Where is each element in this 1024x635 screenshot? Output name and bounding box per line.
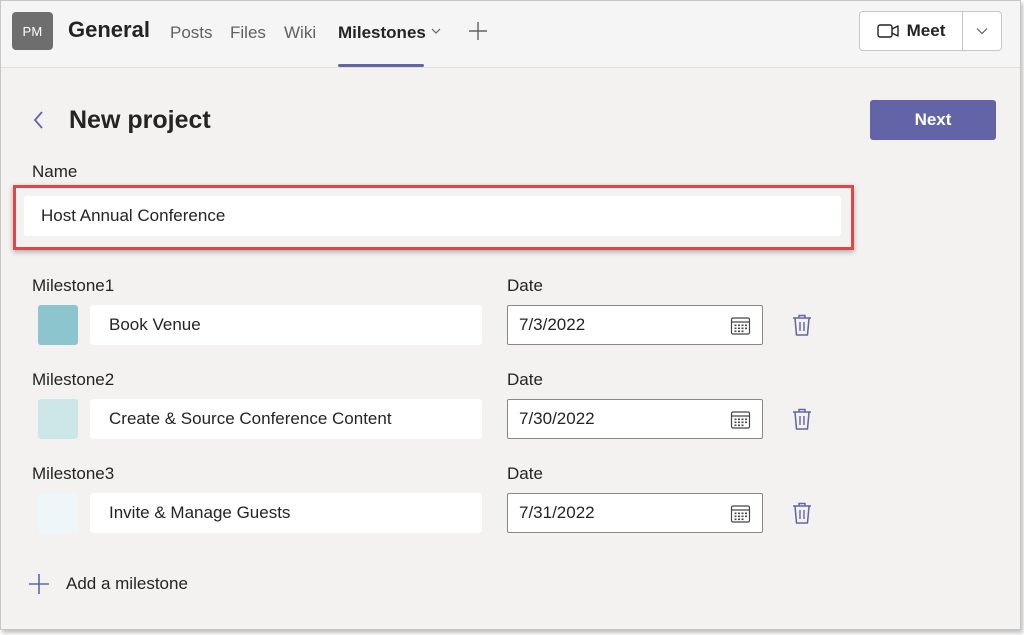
tab-posts[interactable]: Posts [170,23,213,43]
date-label: Date [507,276,543,295]
milestone-date-input[interactable]: 7/30/2022 [507,399,763,439]
chevron-down-icon[interactable] [431,26,441,36]
video-camera-icon [876,24,899,38]
delete-icon[interactable] [791,501,813,525]
tab-files[interactable]: Files [230,23,266,43]
calendar-icon[interactable] [730,409,751,430]
meet-button[interactable]: Meet [860,12,963,50]
tab-wiki[interactable]: Wiki [284,23,316,43]
chevron-down-icon [976,28,988,35]
add-milestone-label: Add a milestone [66,574,188,593]
milestone-label: Milestone3 [32,464,115,483]
date-value: 7/3/2022 [519,315,586,334]
meet-label: Meet [906,21,946,40]
back-arrow-icon[interactable] [29,109,49,131]
milestone-name-input[interactable]: Create & Source Conference Content [90,399,482,439]
milestone-color-swatch[interactable] [38,305,78,345]
channel-title: General [68,17,150,42]
date-label: Date [507,370,543,389]
milestone-color-swatch[interactable] [38,493,78,533]
add-tab-icon[interactable] [467,20,489,42]
name-label: Name [32,162,78,181]
milestone-date-input[interactable]: 7/31/2022 [507,493,763,533]
milestone-label: Milestone1 [32,276,115,295]
meet-dropdown-button[interactable] [963,12,1001,50]
delete-icon[interactable] [791,313,813,337]
channel-header: PM General Posts Files Wiki Milestones M… [1,1,1020,68]
plus-icon [29,574,49,594]
add-milestone-button[interactable]: Add a milestone [28,573,188,595]
date-value: 7/30/2022 [519,409,595,428]
milestone-color-swatch[interactable] [38,399,78,439]
date-label: Date [507,464,543,483]
date-value: 7/31/2022 [519,503,595,522]
tab-milestones[interactable]: Milestones [338,23,426,43]
calendar-icon[interactable] [730,315,751,336]
active-tab-indicator [338,64,424,67]
project-name-input[interactable]: Host Annual Conference [24,196,841,236]
milestone-label: Milestone2 [32,370,115,389]
next-button[interactable]: Next [870,100,996,140]
milestone-name-input[interactable]: Book Venue [90,305,482,345]
milestone-date-input[interactable]: 7/3/2022 [507,305,763,345]
milestone-name-input[interactable]: Invite & Manage Guests [90,493,482,533]
team-avatar[interactable]: PM [12,12,53,50]
app-window: PM General Posts Files Wiki Milestones M… [0,0,1021,630]
calendar-icon[interactable] [730,503,751,524]
page-title: New project [69,106,211,134]
delete-icon[interactable] [791,407,813,431]
meet-button-group: Meet [859,11,1002,51]
